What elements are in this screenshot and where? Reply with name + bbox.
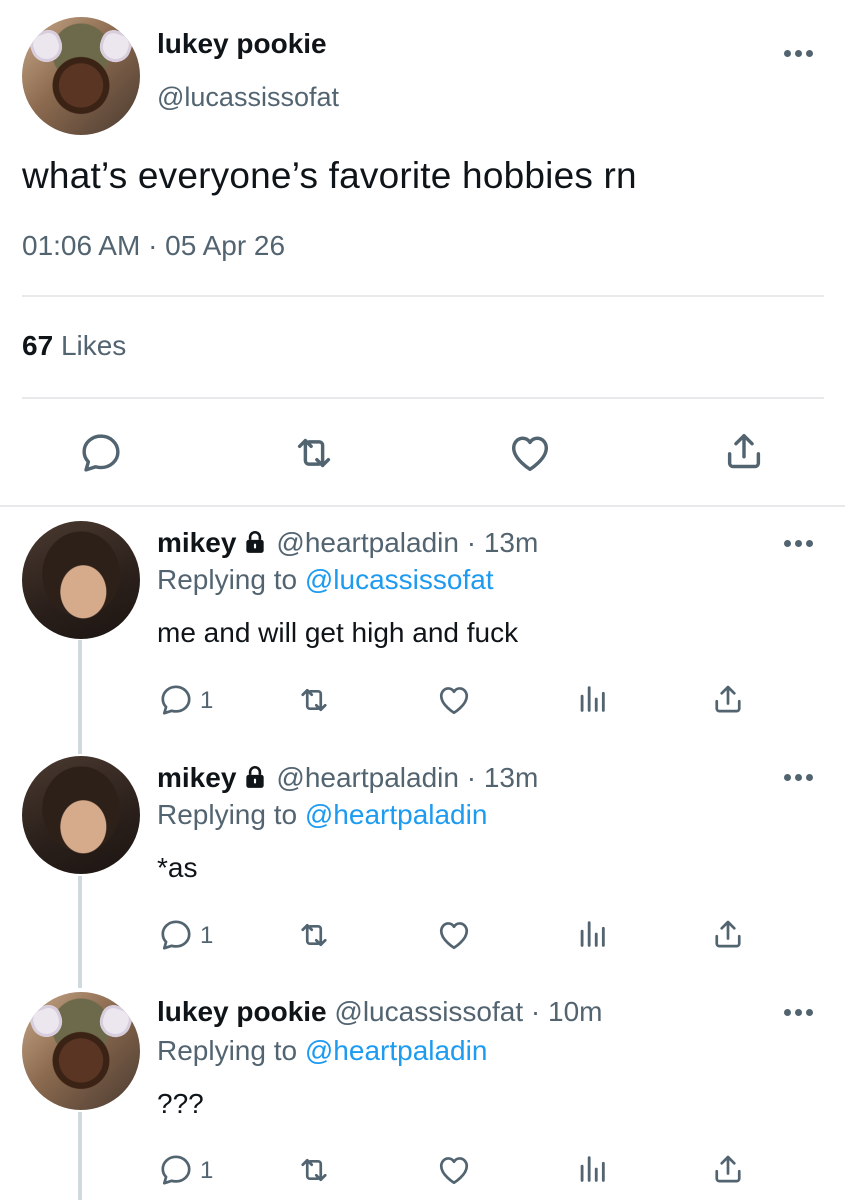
- reply-handle[interactable]: @heartpaladin: [276, 762, 459, 793]
- more-icon[interactable]: [784, 50, 814, 58]
- reply-header: mikey @heartpaladin · 13m: [157, 527, 538, 559]
- reply-icon[interactable]: [78, 430, 124, 476]
- reply-text: me and will get high and fuck: [157, 617, 519, 648]
- share-icon[interactable]: [710, 916, 746, 952]
- reply-avatar[interactable]: [22, 521, 140, 639]
- retweet-icon[interactable]: [296, 682, 332, 718]
- likes-number: 67: [22, 330, 54, 361]
- reply-count: 1: [200, 1157, 214, 1184]
- thread-line: [78, 876, 82, 988]
- reply-text: *as: [157, 852, 198, 883]
- replying-mention[interactable]: @lucassissofat: [305, 564, 494, 595]
- reply-avatar[interactable]: [22, 992, 140, 1110]
- likes-count[interactable]: 67 Likes: [22, 330, 126, 362]
- views-icon[interactable]: [575, 682, 609, 716]
- views-icon[interactable]: [575, 917, 609, 951]
- reply-text: ???: [157, 1088, 204, 1119]
- more-icon[interactable]: [784, 1009, 814, 1017]
- more-icon[interactable]: [784, 540, 814, 548]
- replying-label: Replying to: [157, 1035, 298, 1066]
- retweet-icon[interactable]: [296, 1152, 332, 1188]
- lock-icon: [242, 764, 268, 790]
- thread-line: [78, 640, 82, 754]
- replying-to: Replying to @heartpaladin: [157, 1035, 487, 1067]
- meta-separator: ·: [523, 996, 549, 1027]
- share-icon[interactable]: [721, 428, 767, 474]
- replying-label: Replying to: [157, 799, 298, 830]
- reply-icon[interactable]: [158, 917, 194, 953]
- section-divider: [0, 505, 845, 507]
- reply-count: 1: [200, 922, 214, 949]
- heart-icon[interactable]: [436, 917, 472, 953]
- tweet-text: what’s everyone’s favorite hobbies rn: [22, 155, 637, 196]
- heart-icon[interactable]: [436, 682, 472, 718]
- views-icon[interactable]: [575, 1152, 609, 1186]
- reply-header: mikey @heartpaladin · 13m: [157, 762, 538, 794]
- reply-handle[interactable]: @lucassissofat: [334, 996, 523, 1027]
- tweet-thread-page: lukey pookie @lucassissofat what’s every…: [0, 0, 845, 1200]
- meta-separator: ·: [458, 527, 484, 558]
- replying-to: Replying to @heartpaladin: [157, 799, 487, 831]
- replying-mention[interactable]: @heartpaladin: [305, 799, 488, 830]
- reply-display-name[interactable]: mikey: [157, 527, 236, 558]
- divider: [22, 295, 824, 297]
- heart-icon[interactable]: [507, 430, 553, 476]
- replying-mention[interactable]: @heartpaladin: [305, 1035, 488, 1066]
- author-handle[interactable]: @lucassissofat: [157, 82, 339, 113]
- author-avatar[interactable]: [22, 17, 140, 135]
- reply-handle[interactable]: @heartpaladin: [276, 527, 459, 558]
- reply-display-name[interactable]: mikey: [157, 762, 236, 793]
- likes-label: Likes: [60, 330, 127, 361]
- reply-time[interactable]: 13m: [484, 762, 538, 793]
- tweet-timestamp[interactable]: 01:06 AM · 05 Apr 26: [22, 230, 285, 262]
- meta-separator: ·: [458, 762, 484, 793]
- reply-icon[interactable]: [158, 1152, 194, 1188]
- thread-line: [78, 1112, 82, 1200]
- reply-avatar[interactable]: [22, 756, 140, 874]
- reply-time[interactable]: 13m: [484, 527, 538, 558]
- replying-label: Replying to: [157, 564, 298, 595]
- retweet-icon[interactable]: [296, 917, 332, 953]
- reply-time[interactable]: 10m: [548, 996, 602, 1027]
- heart-icon[interactable]: [436, 1152, 472, 1188]
- share-icon[interactable]: [710, 681, 746, 717]
- more-icon[interactable]: [784, 774, 814, 782]
- reply-header: lukey pookie @lucassissofat · 10m: [157, 996, 602, 1028]
- reply-display-name[interactable]: lukey pookie: [157, 996, 327, 1027]
- share-icon[interactable]: [710, 1151, 746, 1187]
- reply-icon[interactable]: [158, 682, 194, 718]
- lock-icon: [242, 529, 268, 555]
- author-display-name[interactable]: lukey pookie: [157, 28, 327, 60]
- divider: [22, 397, 824, 399]
- retweet-icon[interactable]: [291, 430, 337, 476]
- reply-count: 1: [200, 687, 214, 714]
- replying-to: Replying to @lucassissofat: [157, 564, 494, 596]
